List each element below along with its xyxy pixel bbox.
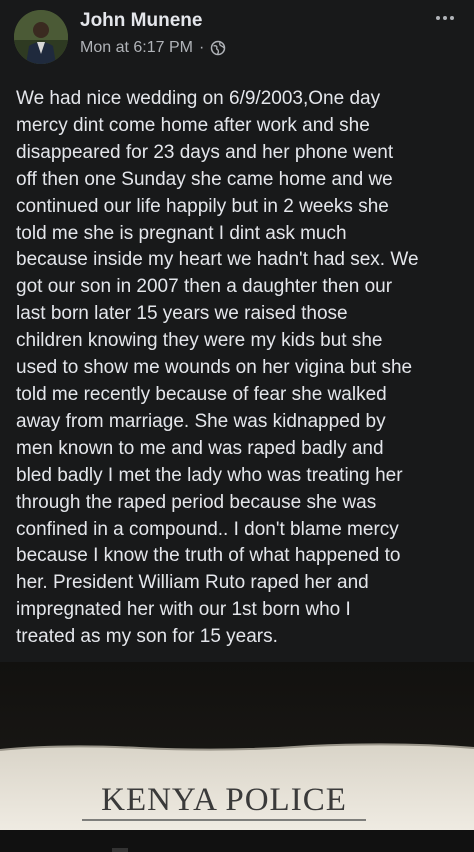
meta-separator: · [198, 39, 205, 56]
post-text-line: children knowing they were my kids but s… [16, 330, 383, 352]
post-text-line: used to show me wounds on her vigina but… [16, 357, 413, 379]
author-avatar[interactable] [14, 10, 68, 64]
post-meta: Mon at 6:17 PM · [80, 38, 226, 58]
post-text-line: last born later 15 years we raised those [16, 303, 348, 325]
post-header: John Munene Mon at 6:17 PM · [0, 0, 474, 74]
post-text-line: away from marriage. She was kidnapped by [16, 410, 386, 432]
post-text-line: continued our life happily but in 2 week… [16, 195, 389, 217]
kenya-police-document-photo: KENYA POLICE [0, 662, 474, 830]
more-dots-icon [436, 16, 440, 20]
more-dots-icon [443, 16, 447, 20]
post-text: We had nice wedding on 6/9/2003,One day … [16, 86, 462, 651]
post-text-line: got our son in 2007 then a daughter then… [16, 276, 393, 298]
post-text-line: treated as my son for 15 years. [16, 626, 278, 648]
facebook-post-screen: John Munene Mon at 6:17 PM · We had nice… [0, 0, 474, 852]
nav-indicator [112, 848, 128, 852]
post-text-line: disappeared for 23 days and her phone we… [16, 141, 394, 163]
post-text-line: told me recently because of fear she wal… [16, 383, 387, 405]
post-text-line: We had nice wedding on 6/9/2003,One day [16, 88, 381, 109]
avatar-photo [14, 10, 68, 64]
post-text-line: mercy dint come home after work and she [16, 114, 370, 136]
post-text-line: because inside my heart we hadn't had se… [16, 249, 419, 271]
bottom-bar [0, 830, 474, 852]
post-text-line: off then one Sunday she came home and we [16, 168, 393, 190]
post-timestamp[interactable]: Mon at 6:17 PM [80, 39, 193, 57]
globe-icon[interactable] [210, 40, 226, 56]
more-dots-icon [450, 16, 454, 20]
more-options-button[interactable] [430, 8, 460, 28]
post-text-line: told me she is pregnant I dint ask much [16, 222, 347, 244]
post-text-line: through the raped period because she was [16, 491, 377, 513]
post-text-line: bled badly I met the lady who was treati… [16, 464, 403, 486]
post-text-line: confined in a compound.. I don't blame m… [16, 518, 399, 540]
post-text-line: because I know the truth of what happene… [16, 545, 401, 567]
post-text-line: men known to me and was raped badly and [16, 437, 384, 459]
post-photo[interactable]: KENYA POLICE [0, 662, 474, 830]
author-name[interactable]: John Munene [80, 10, 202, 32]
post-text-line: impregnated her with our 1st born who I [16, 599, 351, 621]
post-text-line: her. President William Ruto raped her an… [16, 572, 369, 594]
kenya-police-heading: KENYA POLICE [101, 782, 347, 818]
